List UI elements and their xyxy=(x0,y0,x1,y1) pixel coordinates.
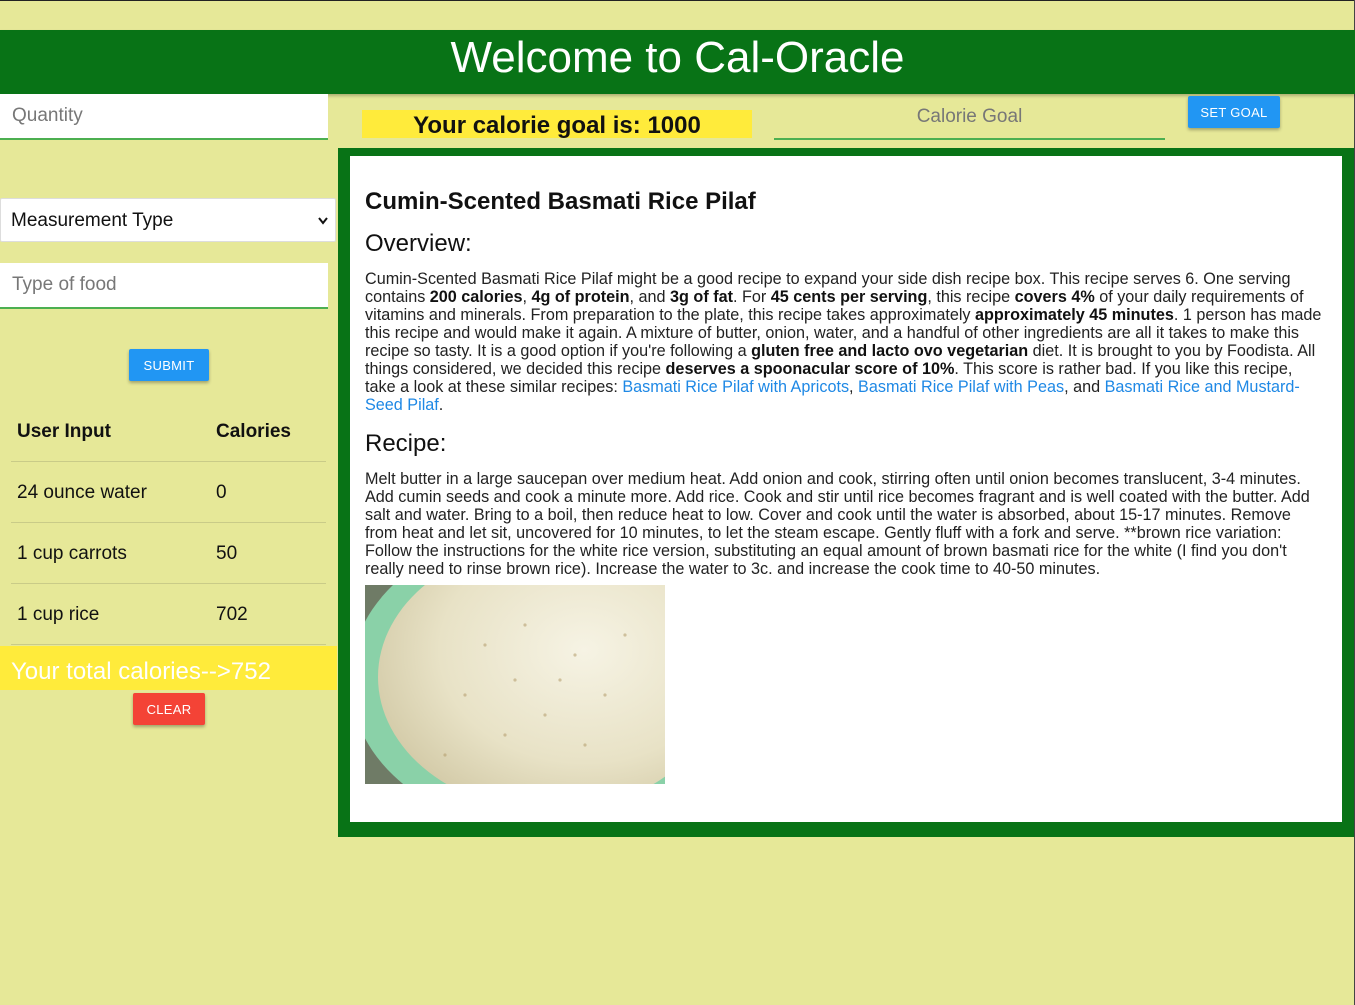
overview-bold-text: gluten free and lacto ovo vegetarian xyxy=(751,342,1029,360)
food-type-input[interactable] xyxy=(0,263,328,307)
set-goal-button[interactable]: SET GOAL xyxy=(1188,96,1280,128)
calorie-goal-input[interactable] xyxy=(774,95,1165,138)
recipe-image xyxy=(365,585,665,784)
table-row: 24 ounce water 0 xyxy=(11,462,326,523)
quantity-input[interactable] xyxy=(0,94,328,138)
overview-bold-text: 45 cents per serving xyxy=(770,288,928,306)
overview-bold-text: deserves a spoonacular score of 10% xyxy=(665,360,955,378)
recipe-title: Cumin-Scented Basmati Rice Pilaf xyxy=(365,188,756,215)
column-header-user-input: User Input xyxy=(17,421,111,442)
chevron-down-icon xyxy=(317,199,329,261)
recipe-overview: Cumin-Scented Basmati Rice Pilaf might b… xyxy=(365,270,1327,414)
table-header-row: User Input Calories xyxy=(11,400,326,462)
overview-bold-text: 200 calories xyxy=(429,288,523,306)
row-calories: 50 xyxy=(216,543,238,564)
measurement-type-value: Measurement Type xyxy=(11,210,174,231)
app-header: Welcome to Cal-Oracle xyxy=(0,30,1355,94)
clear-button[interactable]: CLEAR xyxy=(133,693,205,725)
row-input: 1 cup rice xyxy=(17,604,100,625)
food-type-field[interactable] xyxy=(0,263,328,309)
recipe-instructions: Melt butter in a large saucepan over med… xyxy=(365,470,1310,578)
quantity-field[interactable] xyxy=(0,94,328,140)
row-calories: 702 xyxy=(216,604,248,625)
total-calories: Your total calories-->752 xyxy=(0,646,337,690)
overview-text: , this recipe xyxy=(927,288,1015,306)
calorie-table: User Input Calories 24 ounce water 0 1 c… xyxy=(11,400,326,645)
overview-text: , xyxy=(522,288,532,306)
table-row: 1 cup carrots 50 xyxy=(11,523,326,584)
overview-bold-text: approximately 45 minutes xyxy=(975,306,1174,324)
top-border xyxy=(0,0,1355,1)
table-row: 1 cup rice 702 xyxy=(11,584,326,645)
measurement-type-select[interactable]: Measurement Type xyxy=(0,198,336,242)
overview-bold-text: 4g of protein xyxy=(531,288,630,306)
overview-bold-text: 3g of fat xyxy=(670,288,733,306)
column-header-calories: Calories xyxy=(216,421,291,442)
recipe-heading: Recipe: xyxy=(365,430,447,457)
row-input: 1 cup carrots xyxy=(17,543,127,564)
similar-recipe-link[interactable]: Basmati Rice Pilaf with Peas xyxy=(858,378,1064,396)
overview-text: , and xyxy=(629,288,671,306)
calorie-goal-field[interactable] xyxy=(774,95,1165,140)
similar-recipe-link[interactable]: Basmati Rice Pilaf with Apricots xyxy=(622,378,849,396)
overview-text: . xyxy=(438,396,444,414)
recipe-card: Cumin-Scented Basmati Rice Pilaf Overvie… xyxy=(350,156,1342,822)
row-calories: 0 xyxy=(216,482,227,503)
overview-bold-text: covers 4% xyxy=(1014,288,1095,306)
row-input: 24 ounce water xyxy=(17,482,147,503)
overview-text: . For xyxy=(733,288,771,306)
calorie-goal-display: Your calorie goal is: 1000 xyxy=(362,110,752,139)
overview-text: , and xyxy=(1064,378,1105,396)
overview-heading: Overview: xyxy=(365,230,472,257)
app-title: Welcome to Cal-Oracle xyxy=(450,33,905,82)
overview-text: , xyxy=(849,378,859,396)
submit-button[interactable]: SUBMIT xyxy=(129,349,209,381)
